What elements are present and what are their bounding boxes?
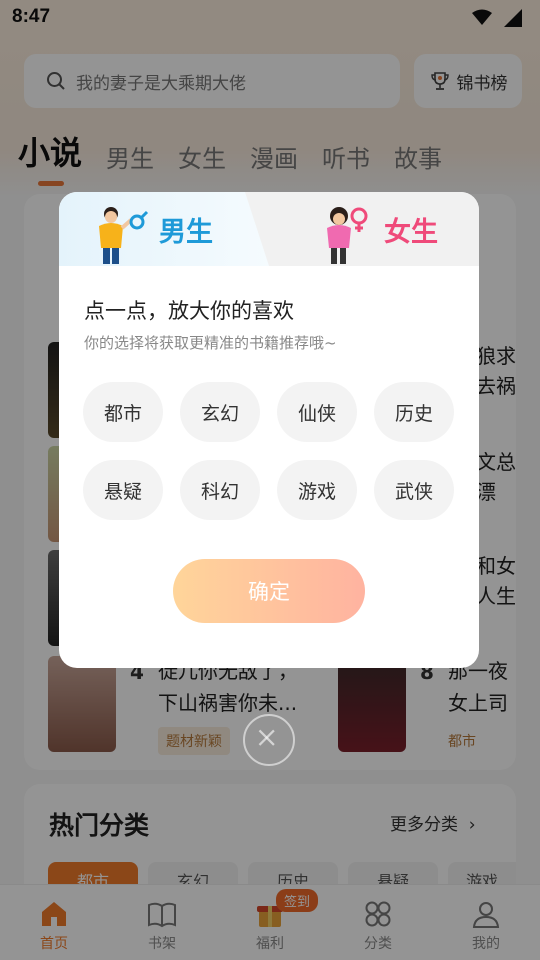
dialog-subtitle: 你的选择将获取更精准的书籍推荐哦~ bbox=[84, 334, 337, 352]
confirm-button[interactable]: 确定 bbox=[173, 559, 365, 623]
male-label[interactable]: 男生 bbox=[159, 210, 213, 249]
genre-option[interactable]: 都市 bbox=[83, 382, 163, 442]
genre-option[interactable]: 玄幻 bbox=[180, 382, 260, 442]
genre-option[interactable]: 科幻 bbox=[180, 460, 260, 520]
genre-options: 都市 玄幻 仙侠 历史 悬疑 科幻 游戏 武侠 bbox=[83, 382, 457, 520]
genre-option[interactable]: 武侠 bbox=[374, 460, 454, 520]
female-figure-icon bbox=[327, 207, 368, 264]
genre-option[interactable]: 仙侠 bbox=[277, 382, 357, 442]
close-dialog-button[interactable] bbox=[243, 714, 295, 766]
close-icon bbox=[258, 729, 275, 746]
genre-option[interactable]: 游戏 bbox=[277, 460, 357, 520]
dialog-title: 点一点，放大你的喜欢 bbox=[84, 299, 294, 323]
gender-selector: 男生 女生 bbox=[59, 192, 479, 266]
preference-dialog: 男生 女生 点一点，放大你的喜欢 你的选择将获取更精准的书籍推荐哦~ 都市 玄幻… bbox=[59, 192, 479, 668]
genre-option[interactable]: 历史 bbox=[374, 382, 454, 442]
genre-option[interactable]: 悬疑 bbox=[83, 460, 163, 520]
female-label[interactable]: 女生 bbox=[384, 210, 438, 249]
male-figure-icon bbox=[99, 207, 149, 264]
